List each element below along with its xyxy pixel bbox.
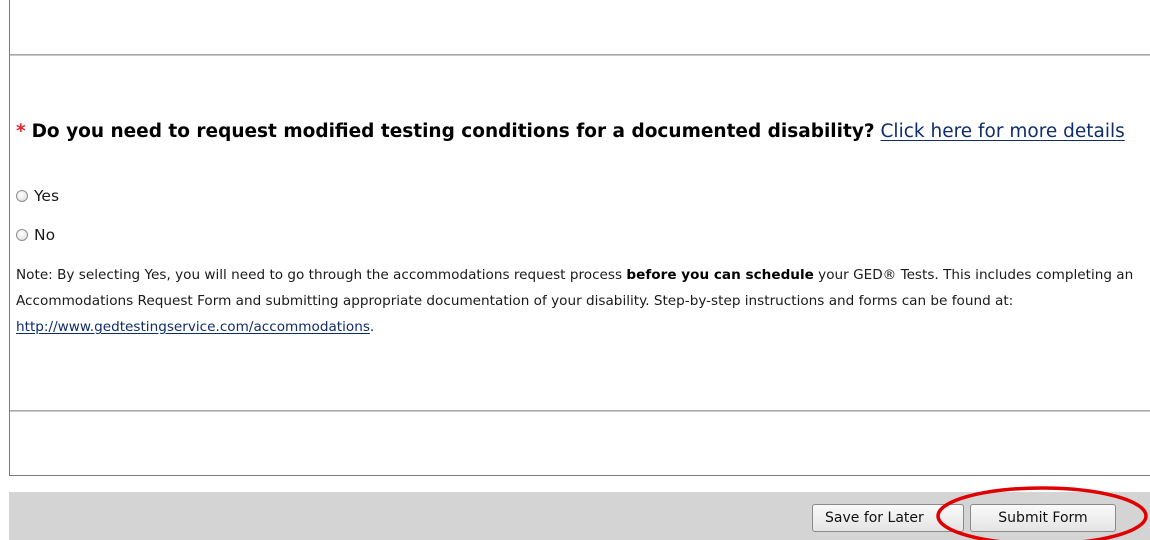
more-details-link[interactable]: Click here for more details [881,121,1125,142]
section-divider-top [10,54,1150,56]
form-bottom-border [9,475,1150,476]
radio-no[interactable] [16,229,28,241]
accommodations-question: * Do you need to request modified testin… [16,117,1136,146]
note-text-1: Note: By selecting Yes, you will need to… [16,267,627,283]
note-text-3: . [369,319,375,335]
option-no[interactable]: No [16,226,55,244]
save-for-later-button[interactable]: Save for Later [812,504,964,532]
option-yes[interactable]: Yes [16,187,59,205]
question-text: Do you need to request modified testing … [31,121,875,142]
accommodations-link[interactable]: http://www.gedtestingservice.com/accommo… [16,319,370,335]
option-no-label: No [34,226,56,244]
radio-yes[interactable] [16,190,28,202]
accommodations-note: Note: By selecting Yes, you will need to… [16,262,1146,340]
note-emphasis: before you can schedule [626,267,814,283]
submit-form-button[interactable]: Submit Form [970,504,1116,532]
section-divider-bottom [10,410,1150,412]
option-yes-label: Yes [34,187,60,205]
required-marker: * [16,121,26,142]
form-left-border [9,0,10,476]
